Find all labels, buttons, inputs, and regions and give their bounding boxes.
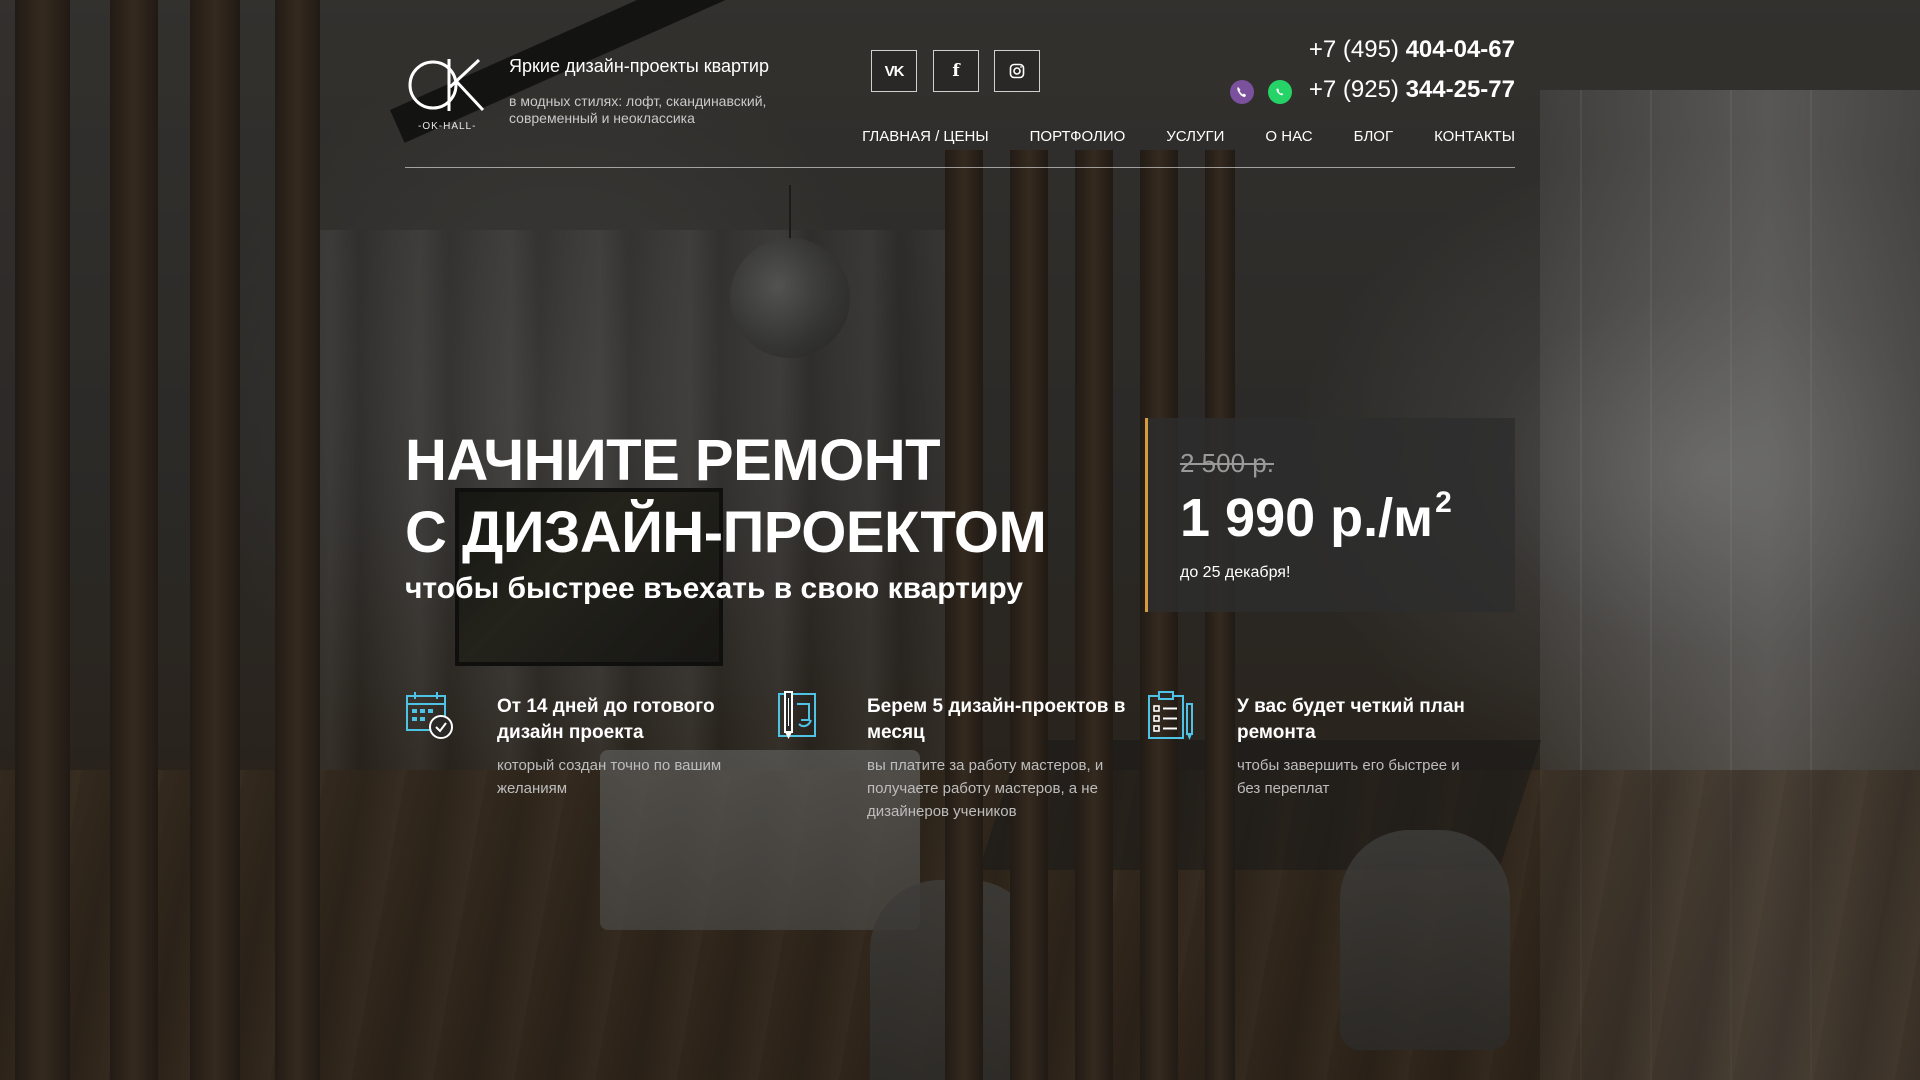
price-unit-power: 2 <box>1435 486 1452 519</box>
phone-primary[interactable]: +7 (495) 404-04-67 <box>1309 36 1515 64</box>
nav-item-contacts[interactable]: КОНТАКТЫ <box>1434 128 1515 145</box>
instagram-icon <box>1009 63 1025 79</box>
feature-title: Берем 5 дизайн-проектов в месяц <box>867 696 1126 743</box>
phone-secondary-number: 344-25-77 <box>1405 76 1515 103</box>
price-new-value: 1 990 р./м <box>1180 488 1434 548</box>
logo-caption: -OK-HALL- <box>418 121 477 132</box>
price-old: 2 500 р. <box>1180 448 1274 478</box>
feature-text: чтобы завершить его быстрее и без перепл… <box>1237 757 1460 797</box>
feature-title: От 14 дней до готового дизайн проекта <box>497 696 715 743</box>
feature-text: вы платите за работу мастеров, и получае… <box>867 757 1104 820</box>
blueprint-pencil-icon <box>778 691 816 739</box>
hero-title-line1: НАЧНИТЕ РЕМОНТ <box>405 428 941 493</box>
nav-item-services[interactable]: УСЛУГИ <box>1166 128 1224 145</box>
feature-text: который создан точно по вашим желаниям <box>497 757 722 797</box>
phone-primary-prefix: +7 (495) <box>1308 36 1399 63</box>
nav-item-blog[interactable]: БЛОГ <box>1354 128 1393 145</box>
nav-item-portfolio[interactable]: ПОРТФОЛИО <box>1030 128 1126 145</box>
hero-title-line2: С ДИЗАЙН-ПРОЕКТОМ <box>405 500 1047 565</box>
checklist-icon <box>1148 691 1193 740</box>
phone-primary-number: 404-04-67 <box>1405 36 1515 63</box>
price-offer-box: 2 500 р. 1 990 р./м2 до 25 декабря! <box>1145 418 1515 612</box>
calendar-check-icon <box>406 692 453 739</box>
phone-secondary-prefix: +7 (925) <box>1308 76 1399 103</box>
hero-subtitle: чтобы быстрее въехать в свою квартиру <box>405 572 1023 605</box>
nav-item-about[interactable]: О НАС <box>1265 128 1312 145</box>
price-new: 1 990 р./м2 <box>1180 486 1452 549</box>
vk-icon: VK <box>884 62 905 80</box>
viber-icon[interactable] <box>1230 80 1254 104</box>
vk-button[interactable]: VK <box>871 50 917 92</box>
tagline-subtitle: в модных стилях: лофт, скандинавский, со… <box>509 93 767 126</box>
tagline-title: Яркие дизайн-проекты квартир <box>509 56 769 76</box>
feature-title: У вас будет четкий план ремонта <box>1237 696 1465 743</box>
phone-secondary[interactable]: +7 (925) 344-25-77 <box>1309 76 1515 104</box>
header-divider <box>405 167 1515 168</box>
landing-page: -OK-HALL- Яркие дизайн-проекты квартир в… <box>0 0 1920 1080</box>
price-deadline-note: до 25 декабря! <box>1180 564 1291 581</box>
facebook-icon: f <box>952 61 960 81</box>
instagram-button[interactable] <box>994 50 1040 92</box>
whatsapp-icon[interactable] <box>1268 80 1292 104</box>
facebook-button[interactable]: f <box>933 50 979 92</box>
main-nav: ГЛАВНАЯ / ЦЕНЫ ПОРТФОЛИО УСЛУГИ О НАС БЛ… <box>821 128 1515 145</box>
nav-item-home-prices[interactable]: ГЛАВНАЯ / ЦЕНЫ <box>862 128 989 145</box>
